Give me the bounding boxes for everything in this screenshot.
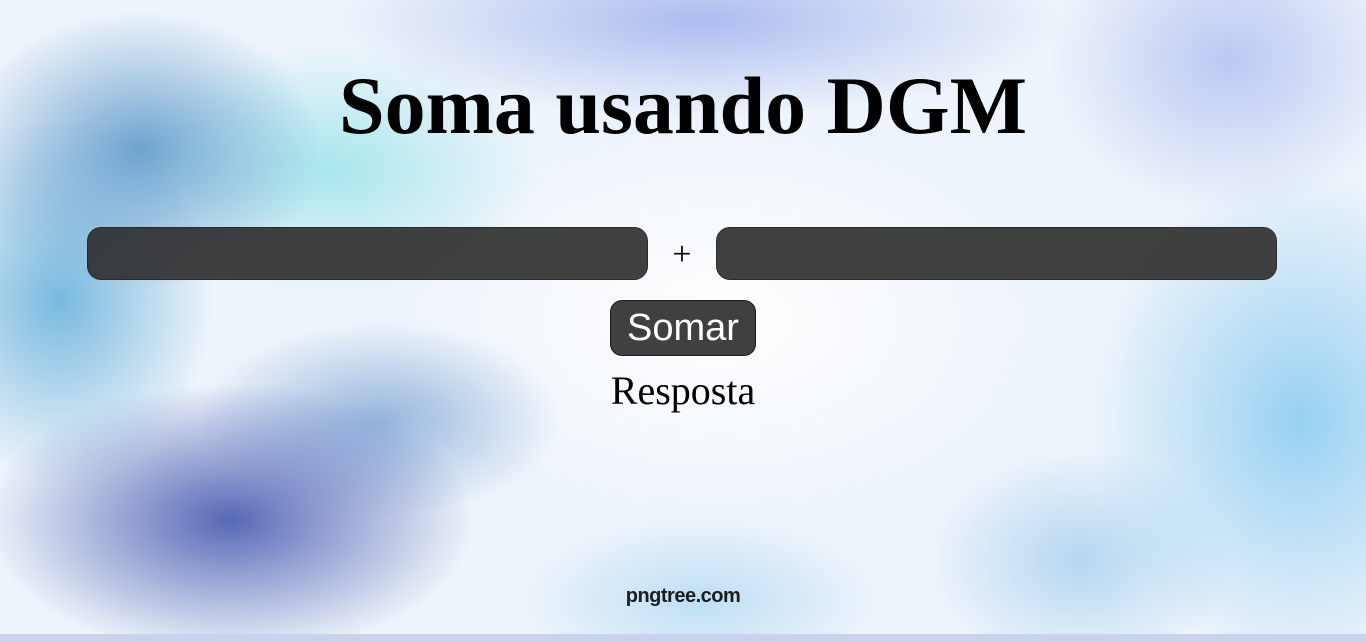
plus-sign: + xyxy=(672,236,692,273)
first-number-input[interactable] xyxy=(87,227,648,280)
watermark-text: pngtree.com xyxy=(625,585,741,607)
answer-text: Resposta xyxy=(610,368,756,413)
sum-button[interactable]: Somar xyxy=(610,300,756,356)
sum-form-row: + xyxy=(87,227,1279,282)
second-number-input[interactable] xyxy=(716,227,1277,280)
page-title: Soma usando DGM xyxy=(338,60,1028,151)
bottom-divider xyxy=(0,634,1366,642)
